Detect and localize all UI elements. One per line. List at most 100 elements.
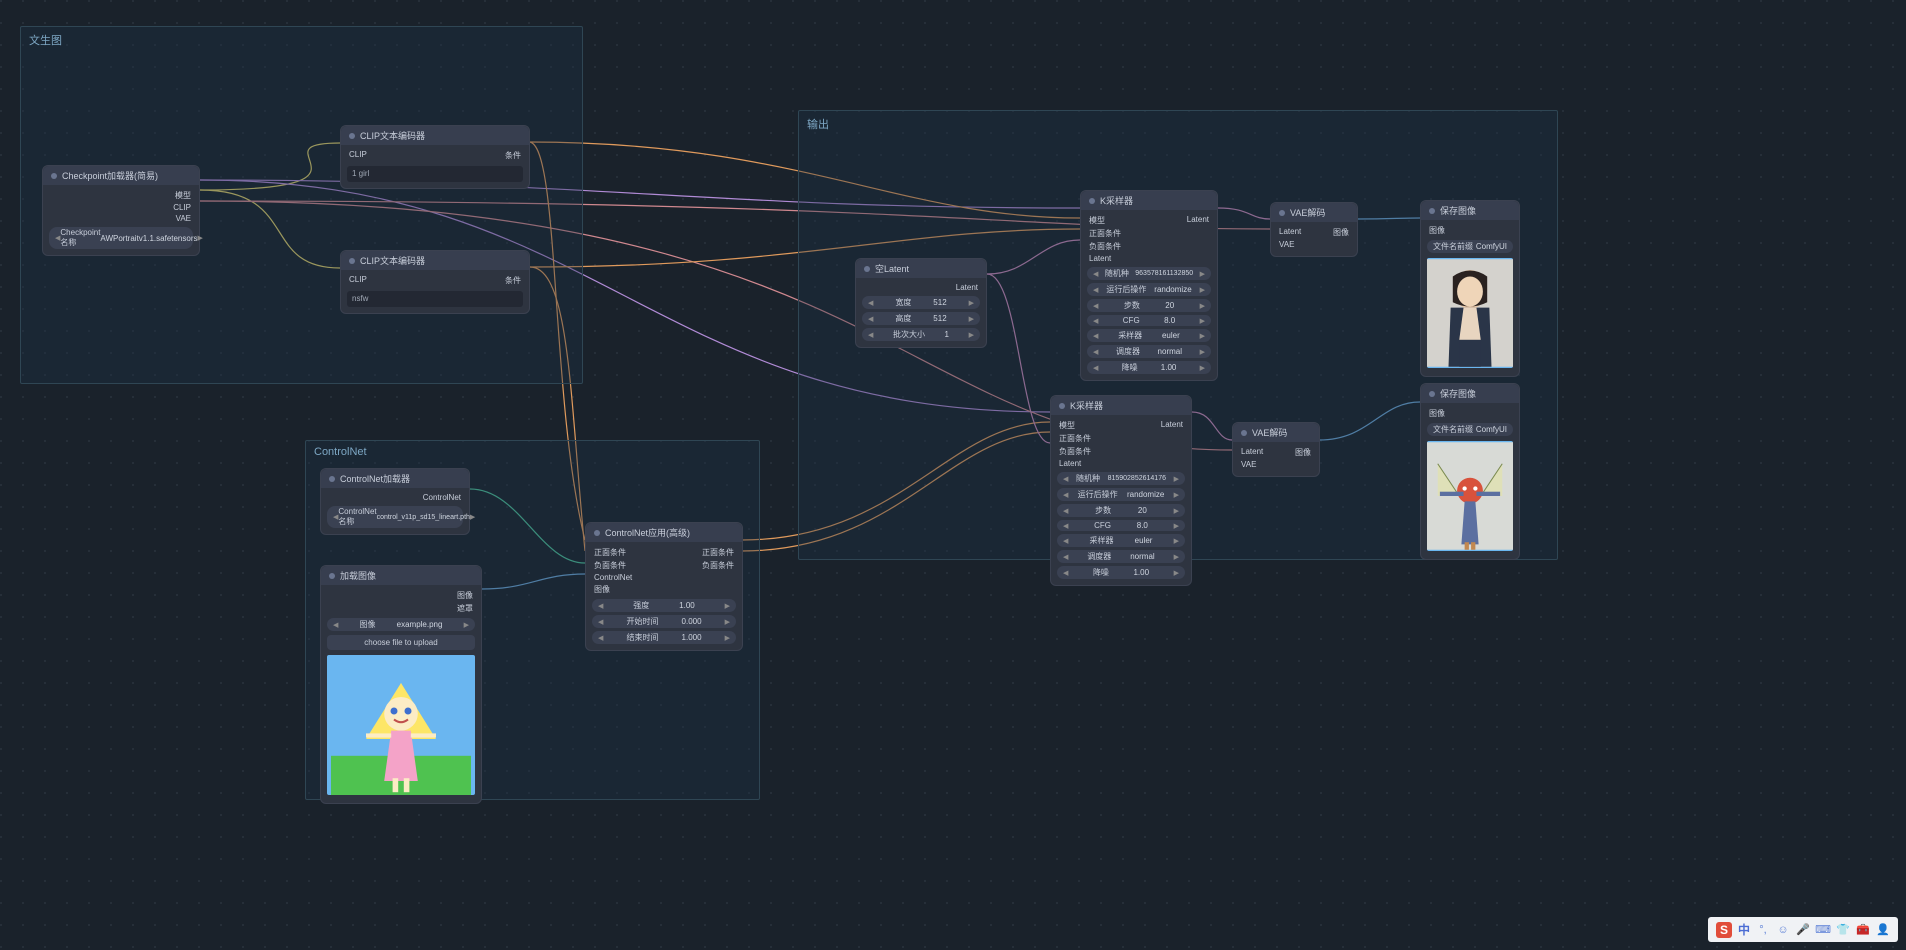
output-latent[interactable]: Latent xyxy=(956,283,978,292)
node-save-image-2[interactable]: 保存图像 图像 文件名前缀ComfyUI xyxy=(1420,383,1520,560)
field-strength[interactable]: ◀强度1.00▶ xyxy=(592,599,736,612)
node-controlnet-loader[interactable]: ControlNet加载器 ControlNet ◀ ControlNet名称 … xyxy=(320,468,470,535)
node-title[interactable]: 保存图像 xyxy=(1421,201,1519,220)
ime-toolbox-icon[interactable]: 🧰 xyxy=(1856,923,1870,937)
node-title[interactable]: VAE解码 xyxy=(1233,423,1319,442)
input-latent[interactable]: Latent xyxy=(1279,227,1301,238)
prompt-textarea[interactable]: 1 girl xyxy=(347,166,523,182)
field-start[interactable]: ◀开始时间0.000▶ xyxy=(592,615,736,628)
node-vae-decode-2[interactable]: VAE解码 Latent 图像 VAE xyxy=(1232,422,1320,477)
node-title[interactable]: 加载图像 xyxy=(321,566,481,585)
input-image[interactable]: 图像 xyxy=(1429,225,1445,236)
output-conditioning[interactable]: 条件 xyxy=(505,275,521,286)
field-sampler[interactable]: ◀采样器euler▶ xyxy=(1087,329,1211,342)
output-image[interactable]: 图像 xyxy=(1333,227,1349,238)
input-vae[interactable]: VAE xyxy=(1279,240,1294,249)
output-clip[interactable]: CLIP xyxy=(173,203,191,212)
output-controlnet[interactable]: ControlNet xyxy=(423,493,461,502)
field-width[interactable]: ◀宽度512▶ xyxy=(862,296,980,309)
node-title[interactable]: CLIP文本编码器 xyxy=(341,251,529,270)
input-positive[interactable]: 正面条件 xyxy=(1089,228,1121,239)
node-title[interactable]: ControlNet应用(高级) xyxy=(586,523,742,542)
field-cfg[interactable]: ◀CFG8.0▶ xyxy=(1057,520,1185,531)
upload-button[interactable]: choose file to upload xyxy=(327,635,475,650)
field-prefix[interactable]: 文件名前缀ComfyUI xyxy=(1427,423,1513,436)
input-negative[interactable]: 负面条件 xyxy=(1059,446,1091,457)
output-negative[interactable]: 负面条件 xyxy=(702,560,734,571)
node-controlnet-apply[interactable]: ControlNet应用(高级) 正面条件 正面条件 负面条件 负面条件 Contr… xyxy=(585,522,743,651)
field-denoise[interactable]: ◀降噪1.00▶ xyxy=(1087,361,1211,374)
input-image[interactable]: 图像 xyxy=(594,584,610,595)
input-image[interactable]: 图像 xyxy=(1429,408,1445,419)
output-conditioning[interactable]: 条件 xyxy=(505,150,521,161)
input-latent[interactable]: Latent xyxy=(1089,254,1111,263)
output-model[interactable]: 模型 xyxy=(175,190,191,201)
ime-skin-icon[interactable]: 👕 xyxy=(1836,923,1850,937)
field-end[interactable]: ◀结束时间1.000▶ xyxy=(592,631,736,644)
field-scheduler[interactable]: ◀调度器normal▶ xyxy=(1057,550,1185,563)
input-latent[interactable]: Latent xyxy=(1241,447,1263,458)
node-title[interactable]: K采样器 xyxy=(1051,396,1191,415)
node-empty-latent[interactable]: 空Latent Latent ◀宽度512▶ ◀高度512▶ ◀批次大小1▶ xyxy=(855,258,987,348)
node-checkpoint-loader[interactable]: Checkpoint加载器(简易) 模型 CLIP VAE ◀ Checkpoi… xyxy=(42,165,200,256)
node-title[interactable]: CLIP文本编码器 xyxy=(341,126,529,145)
node-title[interactable]: 保存图像 xyxy=(1421,384,1519,403)
field-controlnet-name[interactable]: ◀ ControlNet名称 control_v11p_sd15_lineart… xyxy=(327,506,463,528)
field-scheduler[interactable]: ◀调度器normal▶ xyxy=(1087,345,1211,358)
input-clip[interactable]: CLIP xyxy=(349,275,367,286)
input-vae[interactable]: VAE xyxy=(1241,460,1256,469)
output-latent[interactable]: Latent xyxy=(1187,215,1209,226)
node-title[interactable]: 空Latent xyxy=(856,259,986,278)
node-clip-encoder-negative[interactable]: CLIP文本编码器 CLIP 条件 nsfw xyxy=(340,250,530,314)
field-control[interactable]: ◀运行后操作randomize▶ xyxy=(1057,488,1185,501)
output-image[interactable]: 图像 xyxy=(457,590,473,601)
field-height[interactable]: ◀高度512▶ xyxy=(862,312,980,325)
result-preview xyxy=(1427,258,1513,368)
field-ckpt-name[interactable]: ◀ Checkpoint名称 AWPortraitv1.1.safetensor… xyxy=(49,227,193,249)
node-title[interactable]: VAE解码 xyxy=(1271,203,1357,222)
field-steps[interactable]: ◀步数20▶ xyxy=(1057,504,1185,517)
node-clip-encoder-positive[interactable]: CLIP文本编码器 CLIP 条件 1 girl xyxy=(340,125,530,189)
prompt-textarea[interactable]: nsfw xyxy=(347,291,523,307)
field-denoise[interactable]: ◀降噪1.00▶ xyxy=(1057,566,1185,579)
node-title[interactable]: Checkpoint加载器(简易) xyxy=(43,166,199,185)
field-steps[interactable]: ◀步数20▶ xyxy=(1087,299,1211,312)
output-mask[interactable]: 遮罩 xyxy=(457,603,473,614)
field-cfg[interactable]: ◀CFG8.0▶ xyxy=(1087,315,1211,326)
field-seed[interactable]: ◀随机种815902852614176▶ xyxy=(1057,472,1185,485)
node-save-image-1[interactable]: 保存图像 图像 文件名前缀ComfyUI xyxy=(1420,200,1520,377)
ime-user-icon[interactable]: 👤 xyxy=(1876,923,1890,937)
output-positive[interactable]: 正面条件 xyxy=(702,547,734,558)
field-sampler[interactable]: ◀采样器euler▶ xyxy=(1057,534,1185,547)
input-model[interactable]: 模型 xyxy=(1059,420,1075,431)
node-ksampler-1[interactable]: K采样器 模型 Latent 正面条件 负面条件 Latent ◀随机种96357… xyxy=(1080,190,1218,381)
field-control[interactable]: ◀运行后操作randomize▶ xyxy=(1087,283,1211,296)
output-vae[interactable]: VAE xyxy=(176,214,191,223)
field-prefix[interactable]: 文件名前缀ComfyUI xyxy=(1427,240,1513,253)
ime-lang-label[interactable]: 中 xyxy=(1738,921,1750,938)
field-image-file[interactable]: ◀ 图像 example.png ▶ xyxy=(327,618,475,631)
input-positive[interactable]: 正面条件 xyxy=(1059,433,1091,444)
node-vae-decode-1[interactable]: VAE解码 Latent 图像 VAE xyxy=(1270,202,1358,257)
ime-keyboard-icon[interactable]: ⌨ xyxy=(1816,923,1830,937)
input-latent[interactable]: Latent xyxy=(1059,459,1081,468)
input-clip[interactable]: CLIP xyxy=(349,150,367,161)
ime-emoji-icon[interactable]: ☺ xyxy=(1776,923,1790,937)
node-title[interactable]: ControlNet加载器 xyxy=(321,469,469,488)
input-positive[interactable]: 正面条件 xyxy=(594,547,626,558)
output-image[interactable]: 图像 xyxy=(1295,447,1311,458)
field-seed[interactable]: ◀随机种963578161132850▶ xyxy=(1087,267,1211,280)
node-load-image[interactable]: 加载图像 图像 遮罩 ◀ 图像 example.png ▶ choose fil… xyxy=(320,565,482,804)
input-negative[interactable]: 负面条件 xyxy=(1089,241,1121,252)
input-model[interactable]: 模型 xyxy=(1089,215,1105,226)
input-negative[interactable]: 负面条件 xyxy=(594,560,626,571)
field-batch[interactable]: ◀批次大小1▶ xyxy=(862,328,980,341)
input-controlnet[interactable]: ControlNet xyxy=(594,573,632,582)
ime-logo-icon[interactable]: S xyxy=(1716,922,1732,938)
ime-toolbar[interactable]: S 中 °, ☺ 🎤 ⌨ 👕 🧰 👤 xyxy=(1708,917,1898,942)
node-ksampler-2[interactable]: K采样器 模型 Latent 正面条件 负面条件 Latent ◀随机种81590… xyxy=(1050,395,1192,586)
ime-voice-icon[interactable]: 🎤 xyxy=(1796,923,1810,937)
node-title[interactable]: K采样器 xyxy=(1081,191,1217,210)
output-latent[interactable]: Latent xyxy=(1161,420,1183,431)
ime-punct-icon[interactable]: °, xyxy=(1756,923,1770,937)
